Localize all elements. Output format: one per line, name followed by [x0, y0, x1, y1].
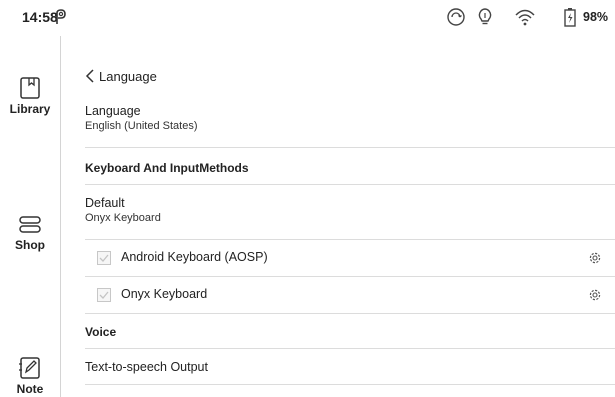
page-title: Language: [99, 68, 157, 84]
battery-icon: [564, 8, 576, 27]
sidebar: Library Shop Note: [0, 36, 60, 397]
gear-icon[interactable]: [588, 288, 602, 302]
keyboard-label: Android Keyboard (AOSP): [121, 250, 268, 264]
divider: [85, 276, 615, 277]
keyboard-row-android[interactable]: Android Keyboard (AOSP): [85, 242, 615, 276]
divider: [85, 348, 615, 349]
keyboard-label: Onyx Keyboard: [121, 287, 208, 301]
sidebar-item-label: Note: [16, 382, 44, 396]
wifi-icon: [515, 9, 535, 26]
back-button[interactable]: Language: [85, 66, 157, 86]
section-header-keyboard: Keyboard And InputMethods: [85, 161, 249, 175]
section-header-voice: Voice: [85, 325, 117, 339]
status-bar: 14:58 98%: [0, 0, 615, 36]
note-icon: [19, 357, 40, 379]
setting-value: English (United States): [85, 120, 198, 132]
check-icon: [99, 291, 109, 299]
divider: [85, 184, 615, 185]
divider: [85, 239, 615, 240]
library-icon: [20, 77, 40, 99]
setting-title: Text-to-speech Output: [85, 360, 208, 374]
language-setting[interactable]: Language English (United States): [85, 104, 585, 132]
check-icon: [99, 254, 109, 262]
chevron-left-icon: [85, 69, 94, 83]
setting-title: Language: [85, 104, 141, 118]
divider: [85, 384, 615, 385]
sidebar-item-label: Library: [9, 102, 51, 116]
setting-value: Onyx Keyboard: [85, 212, 161, 224]
checkbox[interactable]: [97, 288, 111, 302]
battery-percent: 98%: [583, 10, 609, 24]
sidebar-item-library[interactable]: Library: [0, 76, 60, 116]
tts-setting[interactable]: Text-to-speech Output: [85, 360, 585, 374]
divider: [85, 147, 615, 148]
keyboard-row-onyx[interactable]: Onyx Keyboard: [85, 279, 615, 313]
sync-icon: [447, 8, 465, 26]
default-keyboard-setting[interactable]: Default Onyx Keyboard: [85, 196, 585, 224]
divider: [85, 313, 615, 314]
checkbox[interactable]: [97, 251, 111, 265]
p-icon: [56, 9, 66, 24]
setting-title: Default: [85, 196, 125, 210]
gear-icon[interactable]: [588, 251, 602, 265]
settings-panel: Language Language English (United States…: [61, 36, 615, 397]
sidebar-item-note[interactable]: Note: [0, 356, 60, 396]
sidebar-item-shop[interactable]: Shop: [0, 214, 60, 252]
bulb-icon: [478, 8, 492, 25]
sidebar-item-label: Shop: [15, 238, 45, 252]
shop-icon: [19, 216, 41, 233]
